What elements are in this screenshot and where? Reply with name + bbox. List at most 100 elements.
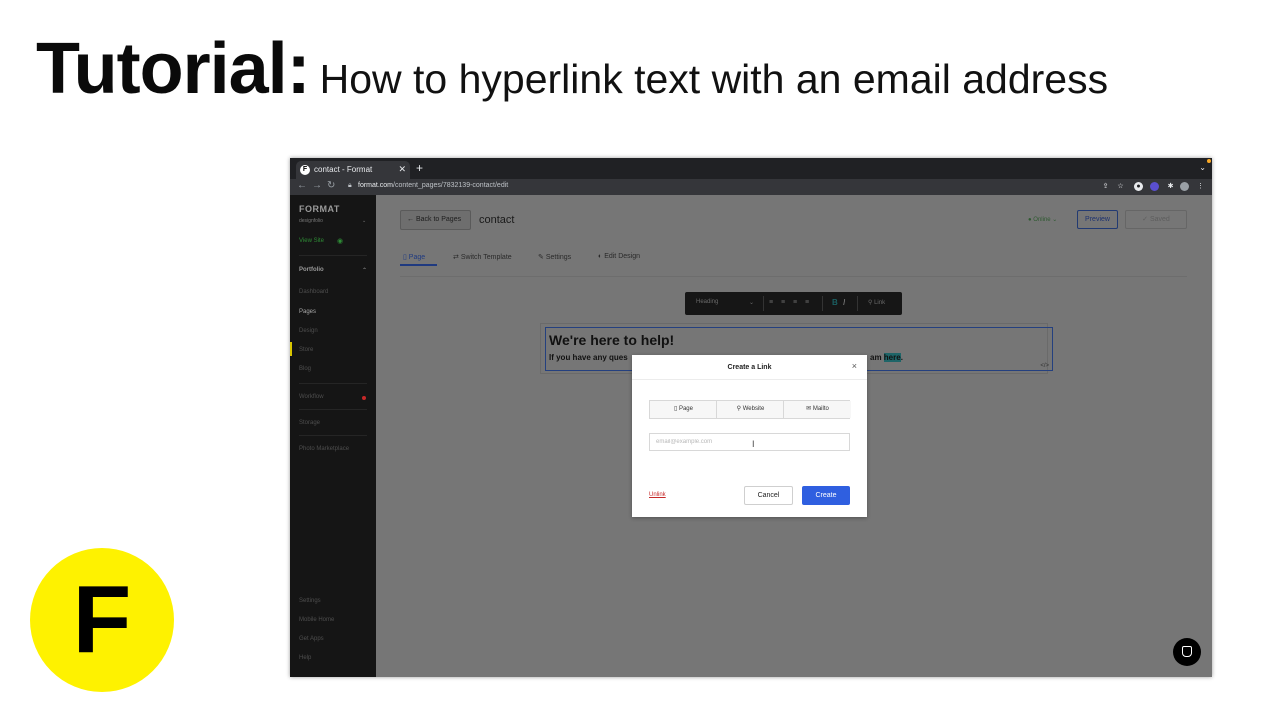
- unlink-link[interactable]: Unlink: [649, 492, 666, 498]
- tab-title: contact - Format: [314, 165, 373, 174]
- italic-button[interactable]: I: [843, 298, 845, 307]
- tab-switch-template-label: Switch Template: [460, 254, 512, 261]
- tab-page[interactable]: ▯ Page: [403, 253, 425, 261]
- sidebar-item-settings[interactable]: Settings: [299, 598, 321, 604]
- chat-button[interactable]: [1173, 638, 1201, 666]
- page-title: contact: [479, 214, 515, 226]
- browser-navbar: ← → ↻ 🔒︎ format.com/content_pages/783213…: [290, 179, 1212, 195]
- link-button[interactable]: ⚲ Link: [868, 299, 885, 306]
- text-cursor-icon: I: [752, 439, 755, 449]
- profile-avatar-icon[interactable]: [1180, 182, 1189, 191]
- sidebar-item-pages[interactable]: Pages: [299, 309, 316, 315]
- view-site-link[interactable]: View Site: [299, 238, 324, 244]
- tab-search-chevron-icon[interactable]: ⌄: [1199, 163, 1206, 172]
- notification-dot: [362, 396, 366, 400]
- bold-button[interactable]: B: [832, 298, 838, 307]
- recording-dot-icon: [1207, 159, 1211, 163]
- headline-subtitle: How to hyperlink text with an email addr…: [319, 56, 1109, 102]
- back-to-pages-label: Back to Pages: [415, 216, 462, 223]
- browser-tab[interactable]: F contact - Format ✕: [296, 161, 410, 179]
- extension-badge-icon[interactable]: [1150, 182, 1159, 191]
- saved-label: Saved: [1149, 216, 1170, 223]
- bookmark-star-icon[interactable]: ☆: [1116, 182, 1125, 191]
- tab-edit-design[interactable]: ◐ Edit Design: [598, 253, 640, 260]
- align-left-icon[interactable]: ≡: [769, 299, 773, 306]
- toolbar-separator: [857, 296, 858, 311]
- sidebar-divider: [299, 255, 367, 256]
- close-icon[interactable]: ×: [852, 361, 857, 371]
- heading-select[interactable]: Heading: [696, 299, 718, 305]
- link-type-page[interactable]: ▯ Page: [650, 401, 717, 418]
- back-to-pages-button[interactable]: ← Back to Pages: [400, 210, 471, 230]
- lock-icon[interactable]: 🔒︎: [348, 182, 352, 190]
- link-type-page-label: Page: [678, 406, 693, 412]
- sidebar-item-storage[interactable]: Storage: [299, 420, 320, 426]
- sidebar-item-photo-marketplace[interactable]: Photo Marketplace: [299, 446, 349, 452]
- back-arrow-icon[interactable]: ←: [297, 180, 307, 191]
- sidebar-item-workflow[interactable]: Workflow: [299, 394, 324, 400]
- sidebar-item-get-apps[interactable]: Get Apps: [299, 636, 324, 642]
- format-logo: F: [30, 548, 174, 692]
- sidebar-item-dashboard[interactable]: Dashboard: [299, 289, 328, 295]
- share-icon[interactable]: ⇪: [1101, 182, 1110, 191]
- tab-settings[interactable]: ✎ Settings: [538, 253, 571, 261]
- chevron-down-icon[interactable]: ⌄: [749, 299, 754, 306]
- body-end-prefix: am: [870, 353, 884, 362]
- link-label: Link: [874, 300, 886, 306]
- selected-link-text[interactable]: here: [883, 353, 901, 362]
- new-tab-button[interactable]: +: [416, 161, 423, 175]
- format-brand[interactable]: FORMAT: [299, 204, 340, 214]
- saved-button[interactable]: ✓ Saved: [1125, 210, 1187, 229]
- reload-icon[interactable]: ↻: [327, 180, 335, 191]
- headline-bold: Tutorial:: [36, 29, 311, 109]
- code-view-icon[interactable]: </>: [1040, 363, 1049, 369]
- align-center-icon[interactable]: ≡: [781, 299, 785, 306]
- sidebar-item-blog[interactable]: Blog: [299, 366, 311, 372]
- wrench-icon: ✎: [538, 254, 546, 261]
- extensions-puzzle-icon[interactable]: ✱: [1166, 182, 1175, 191]
- status-badge[interactable]: ● Online ⌄: [1028, 216, 1057, 223]
- link-type-mailto[interactable]: ✉ Mailto: [784, 401, 851, 418]
- chat-icon: [1182, 646, 1192, 657]
- logo-letter: F: [72, 566, 132, 673]
- sidebar-section-portfolio[interactable]: Portfolio: [299, 267, 324, 273]
- toolbar-separator: [822, 296, 823, 311]
- url-path: /content_pages/7832139-contact/edit: [393, 182, 509, 189]
- create-button[interactable]: Create: [802, 486, 850, 505]
- browser-screenshot: F contact - Format ✕ + ⌄ ← → ↻ 🔒︎ format…: [290, 158, 1212, 677]
- tab-settings-label: Settings: [545, 254, 572, 261]
- tab-switch-template[interactable]: ⇄ Switch Template: [453, 253, 512, 261]
- create-link-modal: Create a Link × ▯ Page ⚲ Website ✉ Mailt…: [632, 355, 867, 517]
- account-chevron-icon[interactable]: ⌄: [362, 218, 366, 224]
- link-type-website[interactable]: ⚲ Website: [717, 401, 784, 418]
- tabs-divider: [400, 276, 1187, 277]
- align-justify-icon[interactable]: ≡: [805, 299, 809, 306]
- active-indicator: [290, 342, 292, 356]
- status-label: Online: [1033, 217, 1051, 223]
- preview-button[interactable]: Preview: [1077, 210, 1118, 229]
- swap-icon: ⇄: [453, 254, 461, 261]
- app-sidebar: FORMAT designfolio ⌄ View Site ◉ Portfol…: [290, 195, 376, 677]
- sidebar-divider: [299, 435, 367, 436]
- address-bar[interactable]: format.com/content_pages/7832139-contact…: [358, 182, 508, 189]
- cancel-button[interactable]: Cancel: [744, 486, 793, 505]
- sidebar-item-store[interactable]: Store: [299, 347, 313, 353]
- browser-tabbar: F contact - Format ✕ + ⌄: [290, 158, 1212, 179]
- tutorial-headline: Tutorial: How to hyperlink text with an e…: [36, 28, 1108, 110]
- account-name[interactable]: designfolio: [299, 218, 323, 224]
- sidebar-item-design[interactable]: Design: [299, 328, 318, 334]
- sidebar-divider: [299, 383, 367, 384]
- portfolio-chevron-icon[interactable]: ⌃: [362, 267, 367, 274]
- password-manager-icon[interactable]: ●: [1134, 182, 1143, 191]
- browser-menu-icon[interactable]: ⋮: [1196, 182, 1205, 191]
- sidebar-item-mobile-home[interactable]: Mobile Home: [299, 617, 334, 623]
- editor-body-start: If you have any ques: [549, 353, 628, 362]
- email-field[interactable]: [649, 433, 850, 451]
- forward-arrow-icon[interactable]: →: [312, 180, 322, 191]
- sidebar-item-help[interactable]: Help: [299, 655, 311, 661]
- tab-close-icon[interactable]: ✕: [398, 164, 406, 175]
- modal-title: Create a Link: [727, 364, 772, 371]
- body-end-suffix: .: [900, 353, 903, 362]
- align-right-icon[interactable]: ≡: [793, 299, 797, 306]
- link-type-selector: ▯ Page ⚲ Website ✉ Mailto: [649, 400, 851, 419]
